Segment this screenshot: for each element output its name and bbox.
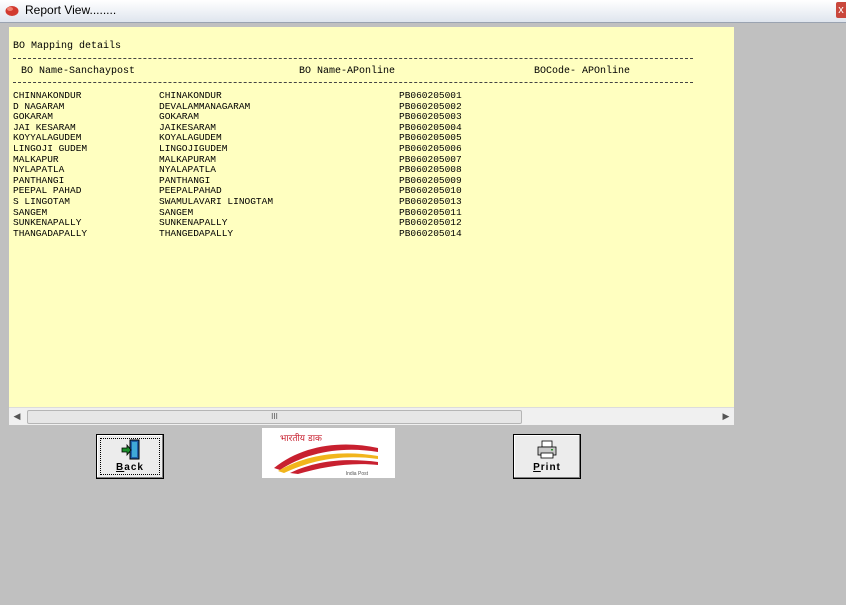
cell-aponline-code: PB060205011 <box>399 206 462 218</box>
exit-door-icon <box>121 439 140 460</box>
cell-sanchaypost-name: THANGADAPALLY <box>13 227 88 239</box>
india-post-logo: भारतीय डाक India Post <box>262 428 395 478</box>
cell-aponline-name: SUNKENAPALLY <box>159 217 228 229</box>
cell-aponline-name: PEEPALPAHAD <box>159 185 222 197</box>
close-button[interactable]: x <box>836 2 846 18</box>
cell-aponline-name: NYALAPATLA <box>159 164 217 176</box>
back-button[interactable]: Back <box>96 434 164 479</box>
cell-sanchaypost-name: KOYYALAGUDEM <box>13 132 82 144</box>
header-divider-bottom <box>13 82 693 83</box>
back-label: Back <box>116 462 144 473</box>
horizontal-scrollbar[interactable]: ◀ III ▶ <box>9 407 734 425</box>
cell-aponline-code: PB060205007 <box>399 153 462 165</box>
print-button[interactable]: Print <box>513 434 581 479</box>
cell-aponline-name: CHINAKONDUR <box>159 90 222 101</box>
cell-sanchaypost-name: CHINNAKONDUR <box>13 90 82 101</box>
cell-sanchaypost-name: SUNKENAPALLY <box>13 217 82 229</box>
cell-aponline-name: GOKARAM <box>159 111 199 123</box>
cell-aponline-name: SANGEM <box>159 206 194 218</box>
india-post-emblem-icon <box>274 444 378 474</box>
column-header-aponline-code: BOCode- APOnline <box>534 66 631 77</box>
cell-sanchaypost-name: JAI KESARAM <box>13 121 76 133</box>
app-icon <box>5 6 19 16</box>
cell-aponline-code: PB060205001 <box>399 90 462 101</box>
cell-aponline-code: PB060205012 <box>399 217 462 229</box>
print-label: Print <box>533 462 561 473</box>
cell-aponline-name: LINGOJIGUDEM <box>159 142 228 154</box>
cell-aponline-code: PB060205010 <box>399 185 462 197</box>
cell-aponline-name: DEVALAMMANAGARAM <box>159 100 251 112</box>
cell-sanchaypost-name: S LINGOTAM <box>13 195 71 207</box>
cell-sanchaypost-name: LINGOJI GUDEM <box>13 142 88 154</box>
cell-aponline-code: PB060205008 <box>399 164 462 176</box>
cell-aponline-name: MALKAPURAM <box>159 153 217 165</box>
cell-aponline-code: PB060205006 <box>399 142 462 154</box>
column-header-sanchaypost: BO Name-Sanchaypost <box>21 66 136 77</box>
cell-aponline-name: JAIKESARAM <box>159 121 217 133</box>
scroll-left-arrow-icon[interactable]: ◀ <box>9 409 25 424</box>
cell-aponline-name: PANTHANGI <box>159 174 211 186</box>
cell-sanchaypost-name: NYLAPATLA <box>13 164 65 176</box>
report-view: BO Mapping details BO Name-Sanchaypost B… <box>9 27 734 407</box>
header-divider-top <box>13 58 693 59</box>
cell-aponline-code: PB060205002 <box>399 100 462 112</box>
printer-icon <box>537 440 557 459</box>
cell-aponline-code: PB060205004 <box>399 121 462 133</box>
cell-aponline-code: PB060205009 <box>399 174 462 186</box>
window-titlebar: Report View........ x <box>0 0 846 23</box>
cell-sanchaypost-name: GOKARAM <box>13 111 53 123</box>
scroll-thumb[interactable]: III <box>27 410 522 424</box>
column-header-aponline-name: BO Name-APonline <box>299 66 396 77</box>
cell-sanchaypost-name: PANTHANGI <box>13 174 65 186</box>
logo-english-text: India Post <box>345 471 368 477</box>
cell-aponline-name: THANGEDAPALLY <box>159 227 234 239</box>
cell-sanchaypost-name: MALKAPUR <box>13 153 59 165</box>
cell-aponline-code: PB060205003 <box>399 111 462 123</box>
cell-sanchaypost-name: D NAGARAM <box>13 100 65 112</box>
cell-aponline-code: PB060205013 <box>399 195 462 207</box>
cell-aponline-name: SWAMULAVARI LINOGTAM <box>159 195 274 207</box>
window-title: Report View........ <box>25 3 117 17</box>
report-title: BO Mapping details <box>13 41 122 52</box>
cell-aponline-code: PB060205005 <box>399 132 462 144</box>
cell-sanchaypost-name: PEEPAL PAHAD <box>13 185 82 197</box>
scroll-right-arrow-icon[interactable]: ▶ <box>718 409 734 424</box>
cell-sanchaypost-name: SANGEM <box>13 206 48 218</box>
cell-aponline-code: PB060205014 <box>399 227 462 239</box>
cell-aponline-name: KOYALAGUDEM <box>159 132 222 144</box>
